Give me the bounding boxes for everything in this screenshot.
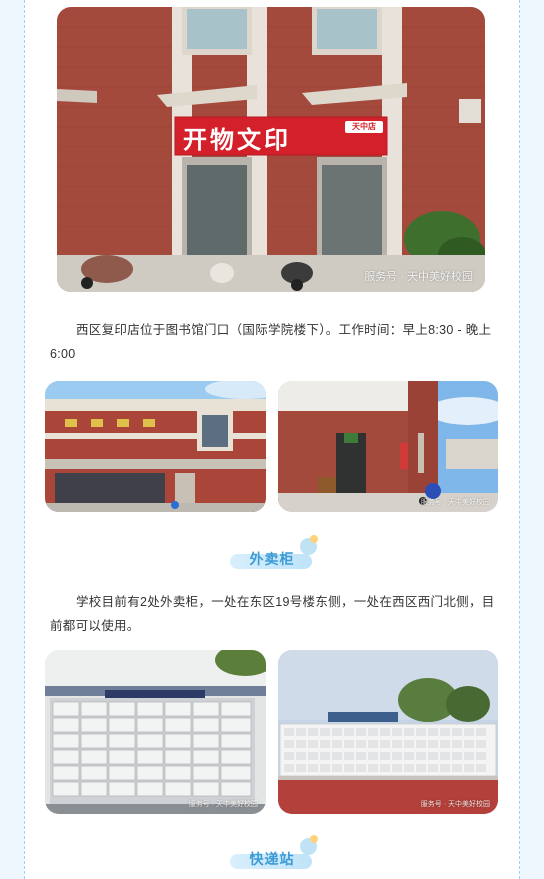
heading-dot-decoration bbox=[310, 835, 318, 843]
section-title: 外卖柜 bbox=[249, 551, 295, 567]
watermark: 服务号 · 天中美好校园 bbox=[364, 271, 473, 283]
watermark: 服务号 · 天中美好校园 bbox=[420, 801, 490, 808]
section-heading-express: 快递站 bbox=[220, 835, 330, 878]
watermark: 服务号 · 天中美好校园 bbox=[188, 801, 258, 808]
takeout-locker-photo-east: 服务号 · 天中美好校园 bbox=[45, 650, 266, 814]
storefront-photo: 开物文印 天中店 服务号 · 天中美好校园 bbox=[57, 7, 485, 292]
storefront-sign-text: 开物文印 bbox=[183, 126, 291, 154]
print-shop-description: 西区复印店位于图书馆门口（国际学院楼下）。工作时间：早上8:30 - 晚上6:0… bbox=[50, 323, 492, 361]
watermark: 服务号 · 天中美好校园 bbox=[420, 499, 490, 506]
takeout-locker-photo-west: 服务号 · 天中美好校园 bbox=[278, 650, 498, 814]
entrance-photo: 服务号 · 天中美好校园 bbox=[278, 381, 498, 512]
storefront-sign-badge: 天中店 bbox=[352, 122, 376, 131]
section-title: 快递站 bbox=[249, 851, 295, 867]
library-exterior-photo bbox=[45, 381, 266, 512]
section-heading-takeout: 外卖柜 bbox=[220, 535, 330, 578]
heading-dot-decoration bbox=[310, 535, 318, 543]
takeout-description: 学校目前有2处外卖柜，一处在东区19号楼东侧，一处在西区西门北侧，目前都可以使用… bbox=[50, 595, 495, 633]
